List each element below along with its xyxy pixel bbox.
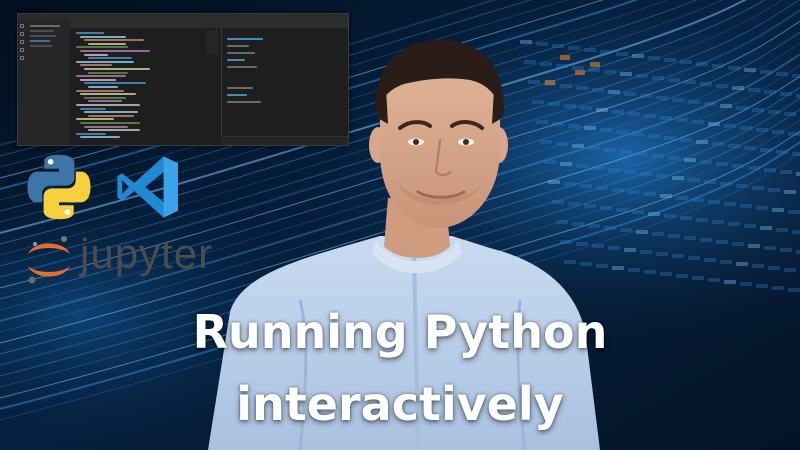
title-line-1: Running Python: [192, 305, 608, 359]
title-line-2: interactively: [236, 377, 564, 431]
thumbnail: jupyter Running Python interactively: [0, 0, 800, 450]
